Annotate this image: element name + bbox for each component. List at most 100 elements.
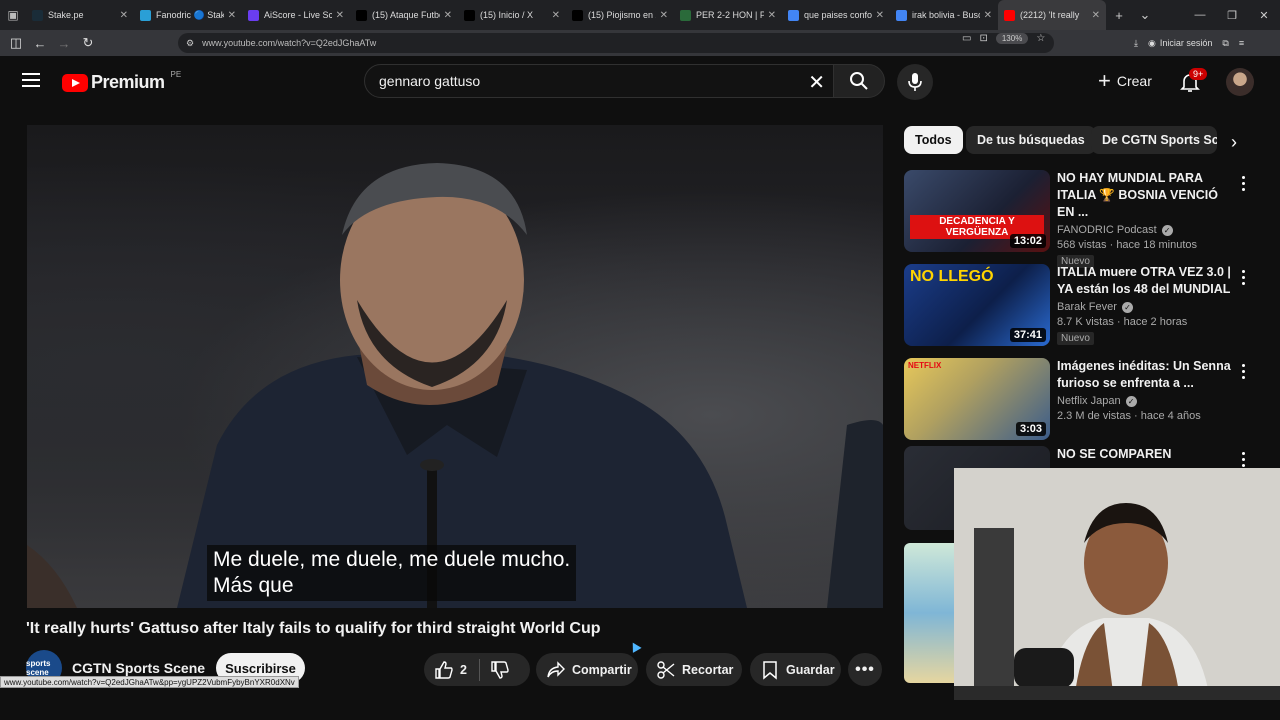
search-button[interactable] [833,64,885,98]
video-thumbnail[interactable]: NO LLEGÓ 37:41 [904,264,1050,346]
recommendation-info: ITALIA muere OTRA VEZ 3.0 | YA están los… [1057,264,1237,346]
like-button[interactable]: 2 [434,660,467,680]
create-button[interactable]: + Crear [1090,66,1160,96]
tab-favicon-icon [788,9,799,21]
create-label: Crear [1116,73,1152,89]
tab-actions-icon[interactable]: ▣ [0,0,26,30]
streamer-image [954,468,1280,700]
bookmark-star-icon[interactable]: ☆ [1036,33,1045,44]
recommendation-item[interactable]: NO LLEGÓ 37:41 ITALIA muere OTRA VEZ 3.0… [904,264,1274,348]
install-icon[interactable]: ⊡ [979,33,987,44]
browser-tab[interactable]: (15) Inicio / X ✕ [458,0,566,30]
browser-tab[interactable]: Stake.pe ✕ [26,0,134,30]
browser-tab[interactable]: que paises conform ✕ [782,0,890,30]
maximize-icon[interactable]: ❐ [1216,0,1248,30]
save-button[interactable]: Guardar [750,653,841,686]
chip-from-channel[interactable]: De CGTN Sports Scene [1091,126,1217,154]
forward-icon[interactable]: → [52,36,76,51]
minimize-icon[interactable]: — [1184,0,1216,30]
video-player[interactable] [27,125,883,608]
verified-icon: ✓ [1121,301,1133,313]
address-bar-row: ◫ ← → ↻ ⚙ www.youtube.com/watch?v=Q2edJG… [0,30,1280,56]
thumbs-down-icon[interactable] [490,660,510,680]
chip-from-searches[interactable]: De tus búsquedas [966,126,1096,154]
download-icon[interactable]: ⤓ [1134,38,1138,49]
video-title: 'It really hurts' Gattuso after Italy fa… [26,620,601,637]
browser-tab[interactable]: AiScore - Live Score ✕ [242,0,350,30]
close-tab-icon[interactable]: ✕ [336,10,344,21]
tab-favicon-icon [32,9,43,21]
menu-icon[interactable]: ≡ [1239,38,1244,48]
tab-title: Fanodric 🔵 Stake [156,9,224,20]
clip-button[interactable]: Recortar [646,653,742,686]
recommendation-channel[interactable]: Netflix Japan ✓ [1057,395,1237,407]
close-tab-icon[interactable]: ✕ [660,10,668,21]
video-thumbnail[interactable]: NETFLIX 3:03 [904,358,1050,440]
avatar[interactable] [1226,68,1254,96]
subtitle-line-2: Más que [213,574,294,597]
recommendation-info: NO SE COMPAREN [1057,446,1237,463]
clear-search-icon[interactable]: ✕ [808,70,825,95]
tab-favicon-icon [1004,9,1015,21]
new-badge: Nuevo [1057,332,1094,345]
close-tab-icon[interactable]: ✕ [984,10,992,21]
cast-icon[interactable]: ▭ [962,33,971,44]
tab-search-icon[interactable]: ⌄ [1132,7,1158,23]
reload-icon[interactable]: ↻ [76,35,100,51]
browser-tab[interactable]: PER 2-2 HON | Perú ✕ [674,0,782,30]
zoom-badge[interactable]: 130% [995,33,1029,44]
tab-favicon-icon [896,9,907,21]
recommendation-title[interactable]: ITALIA muere OTRA VEZ 3.0 | YA están los… [1057,264,1237,298]
recommendation-item[interactable]: NETFLIX 3:03 Imágenes inéditas: Un Senna… [904,358,1274,442]
youtube-logo[interactable]: Premium PE [62,70,181,93]
recommendation-title[interactable]: NO SE COMPAREN [1057,446,1237,463]
more-vert-icon[interactable] [1240,270,1246,288]
close-tab-icon[interactable]: ✕ [876,10,884,21]
recommendation-channel[interactable]: Barak Fever ✓ [1057,301,1237,313]
duration-badge: 37:41 [1009,328,1046,342]
close-tab-icon[interactable]: ✕ [1092,10,1100,21]
channel-name[interactable]: CGTN Sports Scene [72,660,205,676]
more-vert-icon[interactable] [1240,176,1246,194]
verified-icon: ✓ [1125,395,1137,407]
verified-icon: ✓ [1161,224,1173,236]
video-thumbnail[interactable]: DECADENCIA Y VERGÜENZA 13:02 [904,170,1050,252]
age-text: hace 4 años [1140,410,1201,422]
tab-favicon-icon [572,9,583,21]
signin-button[interactable]: ◉ Iniciar sesión [1148,38,1212,49]
browser-tab[interactable]: (2212) 'It really ✕ [998,0,1106,30]
close-tab-icon[interactable]: ✕ [768,10,776,21]
extensions-icon[interactable]: ⧉ [1222,38,1228,49]
close-tab-icon[interactable]: ✕ [552,10,560,21]
recommendation-channel[interactable]: FANODRIC Podcast ✓ [1057,224,1237,236]
browser-tab[interactable]: (15) Piojismo en X ✕ [566,0,674,30]
search-input[interactable]: gennaro gattuso ✕ [364,64,834,98]
address-bar[interactable]: ⚙ www.youtube.com/watch?v=Q2edJGhaATw [178,33,1054,53]
new-tab-icon[interactable]: + [1106,8,1132,23]
sidebar-icon[interactable]: ◫ [4,35,28,51]
close-tab-icon[interactable]: ✕ [228,10,236,21]
chevron-right-icon[interactable]: › [1222,128,1246,156]
recommendation-item[interactable] [904,543,954,683]
url-text: www.youtube.com/watch?v=Q2edJGhaATw [202,38,377,48]
search-icon [850,72,868,90]
guide-menu-icon[interactable] [22,73,40,87]
site-info-icon[interactable]: ⚙ [186,38,194,49]
tab-favicon-icon [356,9,367,21]
browser-tab[interactable]: Fanodric 🔵 Stake ✕ [134,0,242,30]
close-tab-icon[interactable]: ✕ [444,10,452,21]
more-vert-icon[interactable] [1240,364,1246,382]
recommendation-title[interactable]: NO HAY MUNDIAL PARA ITALIA 🏆 BOSNIA VENC… [1057,170,1237,221]
recommendation-item[interactable]: DECADENCIA Y VERGÜENZA 13:02 NO HAY MUND… [904,170,1274,268]
close-window-icon[interactable]: ✕ [1248,0,1280,30]
voice-search-button[interactable] [897,64,933,100]
recommendation-title[interactable]: Imágenes inéditas: Un Senna furioso se e… [1057,358,1237,392]
close-tab-icon[interactable]: ✕ [120,10,128,21]
share-button[interactable]: Compartir [536,653,638,686]
back-icon[interactable]: ← [28,36,52,51]
browser-tab[interactable]: (15) Ataque Futbol ✕ [350,0,458,30]
more-actions-button[interactable]: ••• [848,653,882,686]
video-thumbnail[interactable] [904,543,954,683]
browser-tab[interactable]: irak bolivia - Buscar ✕ [890,0,998,30]
chip-all[interactable]: Todos [904,126,963,154]
